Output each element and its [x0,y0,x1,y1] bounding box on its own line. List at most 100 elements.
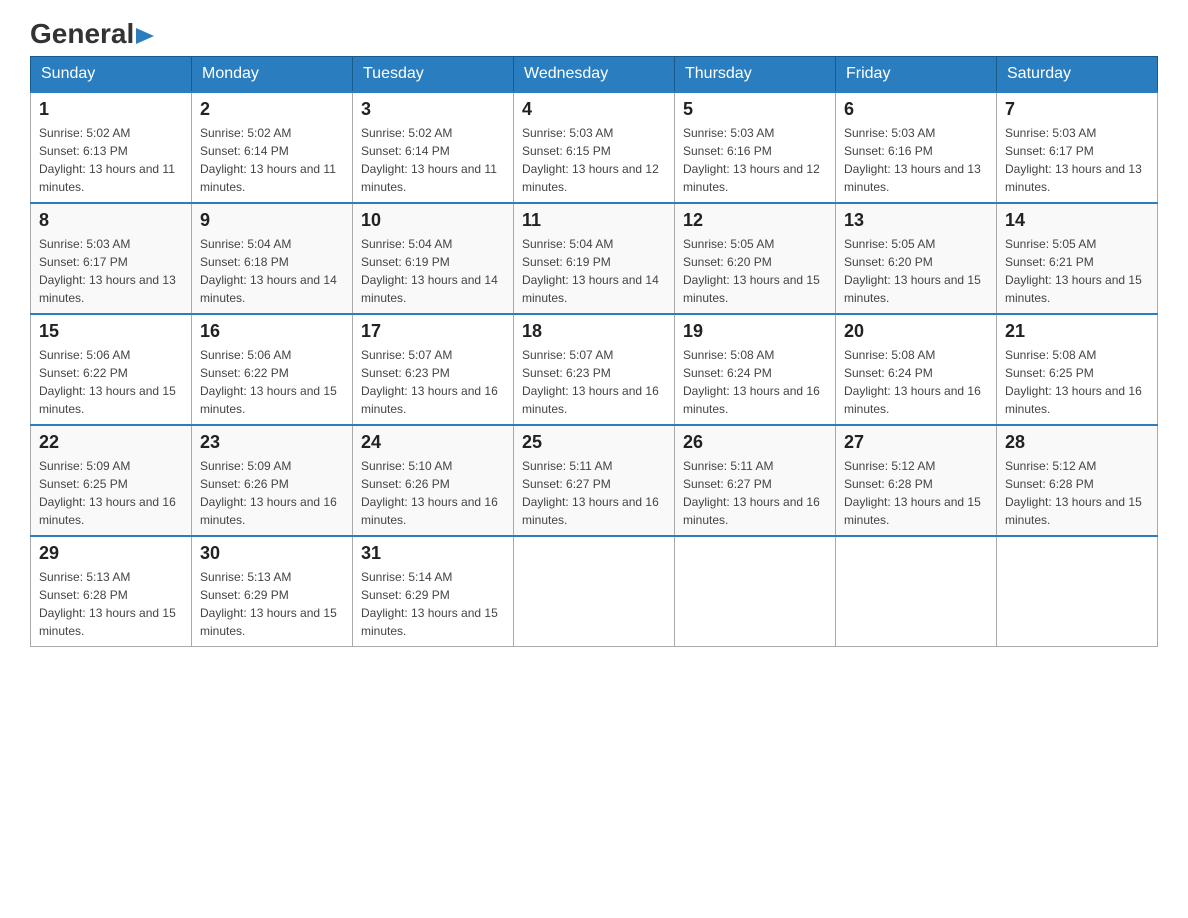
sunrise-label: Sunrise: 5:03 AM [1005,126,1096,140]
calendar-cell: 16Sunrise: 5:06 AMSunset: 6:22 PMDayligh… [192,314,353,425]
day-info: Sunrise: 5:06 AMSunset: 6:22 PMDaylight:… [39,346,183,418]
calendar-cell: 25 Sunrise: 5:11 AMSunset: 6:27 PMDayligh… [514,425,675,536]
sunrise-label: Sunrise: 5:05 AM [1005,237,1096,251]
day-info: Sunrise: 5:11 AMSunset: 6:27 PMDaylight:… [683,457,827,529]
sunrise-label: Sunrise: 5:04 AM [200,237,291,251]
day-number: 26 [683,432,827,453]
day-info: Sunrise: 5:10 AMSunset: 6:26 PMDaylight:… [361,457,505,529]
logo-arrow-icon [136,28,154,44]
daylight-label: Daylight: 13 hours and 15 minutes. [1005,495,1142,527]
day-info: Sunrise: 5:12 AMSunset: 6:28 PMDaylight:… [844,457,988,529]
calendar-cell: 4Sunrise: 5:03 AMSunset: 6:15 PMDaylight… [514,92,675,203]
sunset-label: Sunset: 6:20 PM [683,255,772,269]
calendar-cell: 18 Sunrise: 5:07 AM Sunset: 6:23 PM Dayligh… [514,314,675,425]
calendar-cell: 24 Sunrise: 5:10 AMSunset: 6:26 PMDayligh… [353,425,514,536]
sunrise-label: Sunrise: 5:02 AM [39,126,130,140]
sunset-label: Sunset: 6:26 PM [200,477,289,491]
sunset-label: Sunset: 6:28 PM [39,588,128,602]
day-info: Sunrise: 5:05 AMSunset: 6:21 PMDaylight:… [1005,235,1149,307]
calendar-cell: 14Sunrise: 5:05 AMSunset: 6:21 PMDayligh… [997,203,1158,314]
sunrise-label: Sunrise: 5:06 AM [39,348,130,362]
calendar-cell: 20Sunrise: 5:08 AMSunset: 6:24 PMDayligh… [836,314,997,425]
sunset-label: Sunset: 6:20 PM [844,255,933,269]
calendar-cell: 13Sunrise: 5:05 AMSunset: 6:20 PMDayligh… [836,203,997,314]
calendar-cell: 27 Sunrise: 5:12 AMSunset: 6:28 PMDayligh… [836,425,997,536]
day-info: Sunrise: 5:14 AMSunset: 6:29 PMDaylight:… [361,568,505,640]
day-number: 23 [200,432,344,453]
sunrise-label: Sunrise: 5:10 AM [361,459,452,473]
weekday-header-wednesday: Wednesday [514,57,675,93]
day-info: Sunrise: 5:04 AM Sunset: 6:19 PM Daylight:… [361,235,505,307]
day-info: Sunrise: 5:04 AMSunset: 6:19 PMDaylight:… [522,235,666,307]
calendar-cell: 10 Sunrise: 5:04 AM Sunset: 6:19 PM Dayligh… [353,203,514,314]
sunset-label: Sunset: 6:19 PM [361,255,450,269]
daylight-label: Daylight: 13 hours and 15 minutes. [1005,273,1142,305]
daylight-label: Daylight: 13 hours and 16 minutes. [200,495,337,527]
day-number: 4 [522,99,666,120]
calendar-cell: 7Sunrise: 5:03 AMSunset: 6:17 PMDaylight… [997,92,1158,203]
sunrise-label: Sunrise: 5:13 AM [39,570,130,584]
sunrise-label: Sunrise: 5:05 AM [844,237,935,251]
day-number: 27 [844,432,988,453]
calendar-cell: 2Sunrise: 5:02 AMSunset: 6:14 PMDaylight… [192,92,353,203]
calendar-cell: 23Sunrise: 5:09 AMSunset: 6:26 PMDayligh… [192,425,353,536]
sunrise-label: Sunrise: 5:14 AM [361,570,452,584]
day-info: Sunrise: 5:12 AMSunset: 6:28 PMDaylight:… [1005,457,1149,529]
sunset-label: Sunset: 6:16 PM [844,144,933,158]
day-number: 10 [361,210,505,231]
daylight-label: Daylight: 13 hours and 14 minutes. [361,273,498,305]
day-number: 29 [39,543,183,564]
calendar-week-4: 22Sunrise: 5:09 AMSunset: 6:25 PMDayligh… [31,425,1158,536]
day-info: Sunrise: 5:03 AMSunset: 6:16 PMDaylight:… [844,124,988,196]
sunset-label: Sunset: 6:14 PM [200,144,289,158]
day-number: 18 [522,321,666,342]
daylight-label: Daylight: 13 hours and 14 minutes. [200,273,337,305]
calendar-cell: 11Sunrise: 5:04 AMSunset: 6:19 PMDayligh… [514,203,675,314]
sunset-label: Sunset: 6:17 PM [39,255,128,269]
sunset-label: Sunset: 6:16 PM [683,144,772,158]
calendar-cell: 1 Sunrise: 5:02 AMSunset: 6:13 PMDaylight… [31,92,192,203]
sunset-label: Sunset: 6:23 PM [522,366,611,380]
calendar-cell: 9Sunrise: 5:04 AMSunset: 6:18 PMDaylight… [192,203,353,314]
sunset-label: Sunset: 6:23 PM [361,366,450,380]
daylight-label: Daylight: 13 hours and 16 minutes. [1005,384,1142,416]
weekday-header-tuesday: Tuesday [353,57,514,93]
sunset-label: Sunset: 6:15 PM [522,144,611,158]
day-info: Sunrise: 5:02 AMSunset: 6:13 PMDaylight:… [39,124,183,196]
weekday-header-monday: Monday [192,57,353,93]
calendar-cell: 19Sunrise: 5:08 AMSunset: 6:24 PMDayligh… [675,314,836,425]
daylight-label: Daylight: 13 hours and 15 minutes. [200,606,337,638]
day-info: Sunrise: 5:03 AMSunset: 6:17 PMDaylight:… [39,235,183,307]
sunset-label: Sunset: 6:17 PM [1005,144,1094,158]
sunset-label: Sunset: 6:14 PM [361,144,450,158]
sunrise-label: Sunrise: 5:03 AM [844,126,935,140]
daylight-label: Daylight: 13 hours and 15 minutes. [683,273,820,305]
day-info: Sunrise: 5:11 AMSunset: 6:27 PMDaylight:… [522,457,666,529]
daylight-label: Daylight: 13 hours and 16 minutes. [844,384,981,416]
calendar-cell: 15Sunrise: 5:06 AMSunset: 6:22 PMDayligh… [31,314,192,425]
sunset-label: Sunset: 6:24 PM [683,366,772,380]
day-info: Sunrise: 5:07 AM Sunset: 6:23 PM Daylight:… [522,346,666,418]
calendar-cell: 28Sunrise: 5:12 AMSunset: 6:28 PMDayligh… [997,425,1158,536]
day-info: Sunrise: 5:09 AMSunset: 6:25 PMDaylight:… [39,457,183,529]
day-number: 2 [200,99,344,120]
day-number: 24 [361,432,505,453]
sunrise-label: Sunrise: 5:12 AM [844,459,935,473]
weekday-header-thursday: Thursday [675,57,836,93]
day-info: Sunrise: 5:13 AMSunset: 6:29 PMDaylight:… [200,568,344,640]
calendar-cell: 31Sunrise: 5:14 AMSunset: 6:29 PMDayligh… [353,536,514,647]
calendar-cell: 30Sunrise: 5:13 AMSunset: 6:29 PMDayligh… [192,536,353,647]
sunrise-label: Sunrise: 5:02 AM [361,126,452,140]
daylight-label: Daylight: 13 hours and 12 minutes. [522,162,659,194]
calendar-cell: 3Sunrise: 5:02 AMSunset: 6:14 PMDaylight… [353,92,514,203]
day-number: 16 [200,321,344,342]
sunrise-label: Sunrise: 5:04 AM [361,237,452,251]
sunset-label: Sunset: 6:19 PM [522,255,611,269]
calendar-cell: 12Sunrise: 5:05 AMSunset: 6:20 PMDayligh… [675,203,836,314]
day-number: 25 [522,432,666,453]
sunrise-label: Sunrise: 5:07 AM [522,348,613,362]
calendar-header-row: SundayMondayTuesdayWednesdayThursdayFrid… [31,57,1158,93]
daylight-label: Daylight: 13 hours and 16 minutes. [522,384,659,416]
day-number: 1 [39,99,183,120]
weekday-header-friday: Friday [836,57,997,93]
